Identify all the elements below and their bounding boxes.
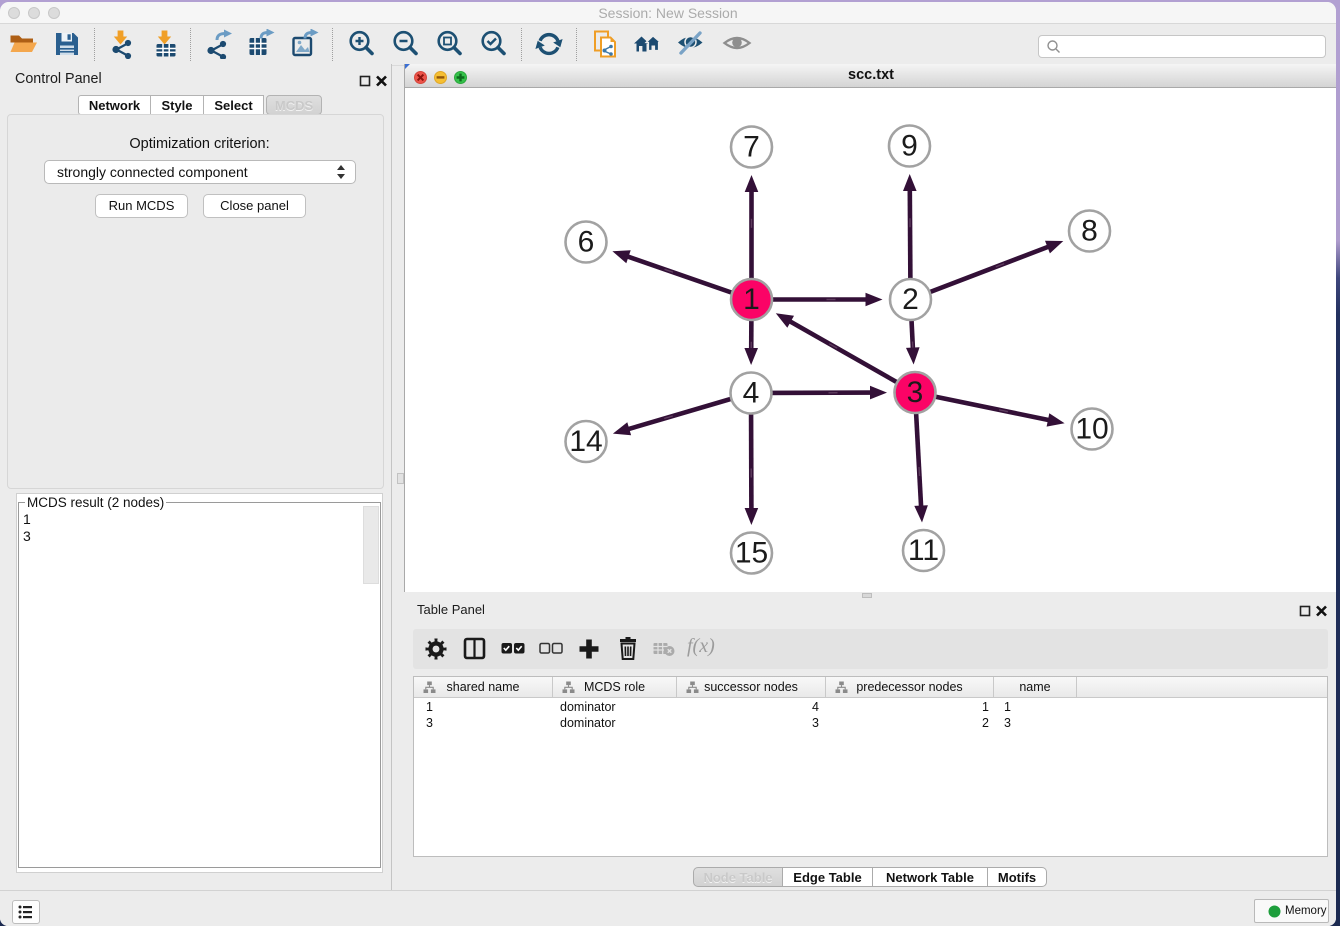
svg-text:4: 4: [743, 377, 760, 410]
svg-text:1: 1: [743, 283, 760, 316]
svg-text:2: 2: [902, 283, 919, 316]
svg-text:9: 9: [901, 130, 918, 163]
svg-text:14: 14: [569, 425, 602, 458]
svg-text:7: 7: [743, 131, 760, 164]
svg-text:10: 10: [1075, 413, 1108, 446]
svg-text:8: 8: [1081, 215, 1098, 248]
svg-text:15: 15: [735, 537, 768, 570]
svg-text:11: 11: [908, 534, 939, 567]
svg-text:6: 6: [578, 226, 595, 259]
svg-text:3: 3: [907, 376, 924, 409]
